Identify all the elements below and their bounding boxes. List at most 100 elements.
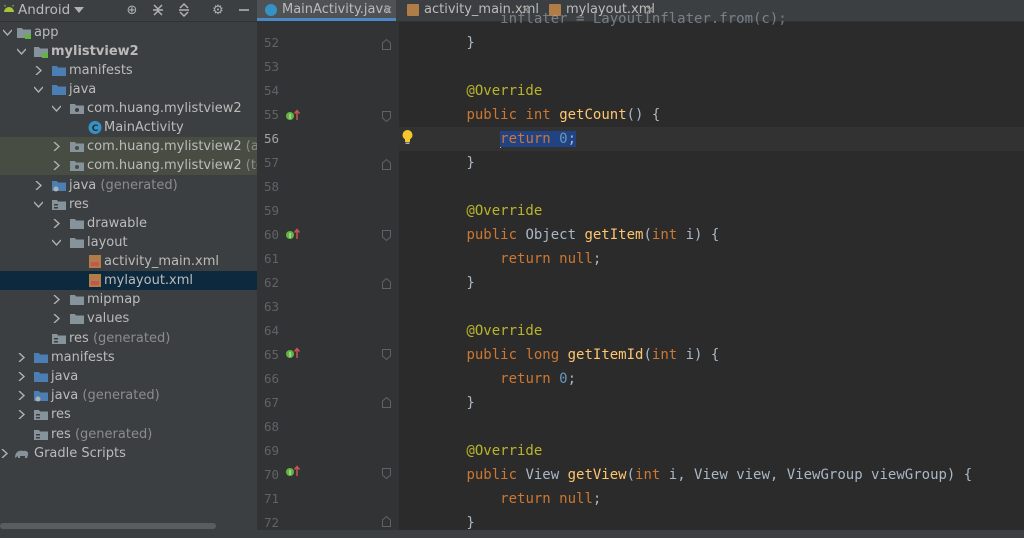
- tree-item-res-generated[interactable]: res (generated): [0, 329, 257, 348]
- tree-item-module[interactable]: mylistview2: [0, 42, 257, 61]
- folder-icon: [34, 353, 48, 363]
- chevron-right-icon[interactable]: [52, 219, 61, 228]
- minimize-icon[interactable]: [236, 3, 252, 19]
- tab-mainactivity-java[interactable]: MainActivity.java ✕: [257, 0, 396, 21]
- chevron-right-icon[interactable]: [0, 449, 9, 458]
- chevron-down-icon[interactable]: [52, 238, 61, 247]
- tree-item-package-test[interactable]: com.huang.mylistview2 (test): [0, 156, 257, 175]
- implements-icon[interactable]: I: [285, 346, 301, 360]
- tree-item-manifests-2[interactable]: manifests: [0, 348, 257, 367]
- chevron-right-icon[interactable]: [52, 314, 61, 323]
- tree-item-app[interactable]: app: [0, 23, 257, 42]
- tree-item-label: mylayout.xml: [104, 273, 194, 288]
- tree-item-package[interactable]: com.huang.mylistview2: [0, 99, 257, 118]
- fold-icon[interactable]: [382, 111, 391, 122]
- fold-icon[interactable]: [382, 278, 391, 289]
- chevron-right-icon[interactable]: [52, 142, 61, 151]
- chevron-down-icon[interactable]: [17, 47, 26, 56]
- tree-item-java-generated-2[interactable]: java (generated): [0, 386, 257, 405]
- code-text: @Override: [399, 83, 543, 99]
- code-line: @Override: [399, 439, 1024, 463]
- line-number: 72: [263, 515, 279, 530]
- tree-item-label: mylistview2: [51, 44, 139, 59]
- xml-icon: [89, 255, 101, 268]
- fold-icon[interactable]: [382, 349, 391, 360]
- tree-item-mipmap[interactable]: mipmap: [0, 290, 257, 309]
- implements-icon[interactable]: I: [285, 227, 301, 241]
- code-line: @Override: [399, 199, 1024, 223]
- chevron-right-icon[interactable]: [52, 295, 61, 304]
- tree-item-mylayout-xml[interactable]: mylayout.xml: [0, 271, 257, 290]
- tree-item-res[interactable]: res: [0, 195, 257, 214]
- tree-item-java-generated[interactable]: java (generated): [0, 176, 257, 195]
- code-line-partial: inflater = LayoutInflater.from(c);: [399, 7, 1024, 31]
- tree-item-mainactivity[interactable]: C MainActivity: [0, 118, 257, 137]
- code-text: @Override: [399, 323, 543, 339]
- bulb-icon[interactable]: [401, 129, 414, 145]
- tree-item-label: app: [34, 25, 59, 40]
- code-text: }: [399, 275, 475, 291]
- fold-icon[interactable]: [382, 468, 391, 479]
- code-text: @Override: [399, 203, 543, 219]
- chevron-down-icon[interactable]: [34, 200, 43, 209]
- code-text: inflater = LayoutInflater.from(c);: [399, 11, 787, 27]
- folder-icon: [34, 47, 48, 58]
- fold-icon[interactable]: [382, 39, 391, 50]
- chevron-right-icon[interactable]: [52, 161, 61, 170]
- chevron-right-icon[interactable]: [34, 66, 43, 75]
- implements-icon[interactable]: I: [285, 464, 301, 478]
- tree-item-layout[interactable]: layout: [0, 233, 257, 252]
- chevron-right-icon[interactable]: [34, 181, 43, 190]
- tree-item-package-androidtest[interactable]: com.huang.mylistview2 (andro: [0, 137, 257, 156]
- line-number: 66: [263, 371, 279, 386]
- fold-icon[interactable]: [382, 159, 391, 170]
- fold-icon[interactable]: [382, 397, 391, 408]
- gear-icon[interactable]: ⚙: [210, 3, 226, 19]
- line-number: 53: [263, 59, 279, 74]
- status-bar: [0, 530, 1024, 538]
- chevron-down-icon[interactable]: [34, 85, 43, 94]
- code-line: }: [399, 271, 1024, 295]
- tree-item-res-2[interactable]: res: [0, 405, 257, 424]
- tree-item-label: res: [69, 197, 89, 212]
- tree-item-java-2[interactable]: java: [0, 367, 257, 386]
- code-editor[interactable]: inflater = LayoutInflater.from(c); } @Ov…: [399, 11, 1024, 538]
- expand-all-icon[interactable]: [176, 2, 192, 19]
- collapse-all-icon[interactable]: [150, 3, 166, 19]
- horizontal-scrollbar[interactable]: [0, 523, 216, 529]
- tree-item-label: mipmap: [87, 292, 141, 307]
- editor-area: MainActivity.java ✕ activity_main.xml ✕ …: [257, 0, 1024, 538]
- project-view-selector[interactable]: Android: [18, 1, 70, 19]
- tree-item-activity-main-xml[interactable]: activity_main.xml: [0, 252, 257, 271]
- chevron-down-icon[interactable]: [74, 7, 84, 13]
- tree-item-values[interactable]: values: [0, 309, 257, 328]
- implements-icon[interactable]: I: [285, 108, 301, 122]
- project-panel-header: Android ⊕ ⚙: [0, 0, 257, 22]
- tree-item-java[interactable]: java: [0, 80, 257, 99]
- code-text: return 0;: [399, 130, 577, 148]
- line-number: 57: [263, 155, 279, 170]
- tree-item-drawable[interactable]: drawable: [0, 214, 257, 233]
- chevron-down-icon[interactable]: [3, 28, 12, 37]
- tree-item-suffix: (generated): [78, 388, 160, 403]
- gradle-icon: [15, 450, 29, 458]
- chevron-right-icon[interactable]: [17, 372, 26, 381]
- target-icon[interactable]: ⊕: [124, 3, 140, 19]
- chevron-down-icon[interactable]: [52, 104, 61, 113]
- tree-item-suffix: (generated): [88, 331, 171, 346]
- code-text: }: [399, 515, 475, 531]
- fold-icon[interactable]: [382, 230, 391, 241]
- tree-item-manifests[interactable]: manifests: [0, 61, 257, 80]
- line-number: 54: [263, 83, 279, 98]
- code-line: @Override: [399, 319, 1024, 343]
- chevron-right-icon[interactable]: [17, 410, 26, 419]
- tree-item-res-generated-2[interactable]: res (generated): [0, 425, 257, 444]
- chevron-right-icon[interactable]: [17, 391, 26, 400]
- code-text: public long getItemId(int i) {: [466, 347, 720, 363]
- tree-item-gradle-scripts[interactable]: Gradle Scripts: [0, 444, 257, 463]
- close-icon[interactable]: ✕: [383, 0, 393, 20]
- chevron-right-icon[interactable]: [17, 353, 26, 362]
- fold-icon[interactable]: [382, 516, 391, 527]
- editor-gutter: 52 53 54 55 56 57 58 59 60 61 62 63 64 6…: [257, 21, 399, 538]
